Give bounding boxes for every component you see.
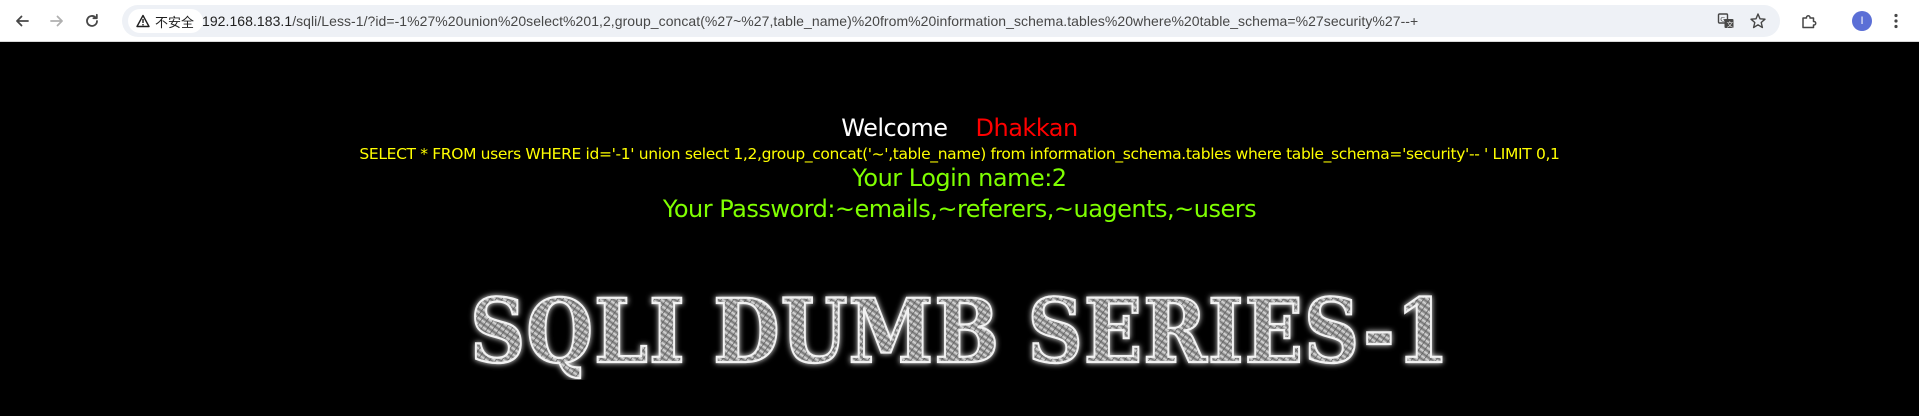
avatar: I (1852, 11, 1872, 31)
extensions-button[interactable] (1795, 7, 1823, 35)
url-text[interactable]: 192.168.183.1/sqli/Less-1/?id=-1%27%20un… (202, 5, 1418, 37)
back-icon (16, 15, 29, 27)
svg-text:G: G (1720, 15, 1725, 23)
bookmark-button[interactable] (1746, 9, 1770, 33)
security-label: 不安全 (155, 14, 195, 30)
page-content: Welcome Dhakkan SELECT * FROM users WHERE… (0, 42, 1919, 416)
profile-button[interactable]: I (1848, 7, 1876, 35)
welcome-text: Welcome (841, 114, 948, 142)
sql-query: SELECT * FROM users WHERE id='-1' union … (359, 145, 1560, 163)
reload-icon (86, 13, 98, 27)
extensions-icon (1802, 15, 1817, 29)
welcome-line: Welcome Dhakkan (0, 114, 1919, 142)
reload-button[interactable] (78, 7, 106, 35)
svg-text:文: 文 (1727, 19, 1734, 28)
menu-icon (1894, 13, 1898, 29)
url-path: /sqli/Less-1/?id=-1%27%20union%20select%… (292, 13, 1419, 29)
translate-icon: G 文 (1717, 13, 1734, 28)
security-chip[interactable]: 不安全 (128, 9, 204, 33)
logo-text: SQLI DUMB SERIES-1 (470, 280, 1450, 380)
login-name: Your Login name:2 (852, 164, 1067, 192)
url-host: 192.168.183.1 (202, 13, 293, 29)
forward-button[interactable] (43, 7, 71, 35)
menu-button[interactable] (1882, 7, 1910, 35)
forward-icon (50, 15, 63, 27)
address-bar[interactable]: 不安全 192.168.183.1/sqli/Less-1/?id=-1%27%… (122, 5, 1780, 37)
back-button[interactable] (8, 7, 36, 35)
browser-toolbar: 不安全 192.168.183.1/sqli/Less-1/?id=-1%27%… (0, 0, 1919, 42)
sqli-dumb-series-logo: SQLI DUMB SERIES-1 (469, 280, 1450, 380)
star-icon (1750, 13, 1766, 29)
translate-button[interactable]: G 文 (1714, 9, 1738, 33)
password: Your Password:~emails,~referers,~uagents… (662, 195, 1257, 223)
warning-icon (136, 14, 150, 28)
user-name: Dhakkan (975, 114, 1079, 142)
